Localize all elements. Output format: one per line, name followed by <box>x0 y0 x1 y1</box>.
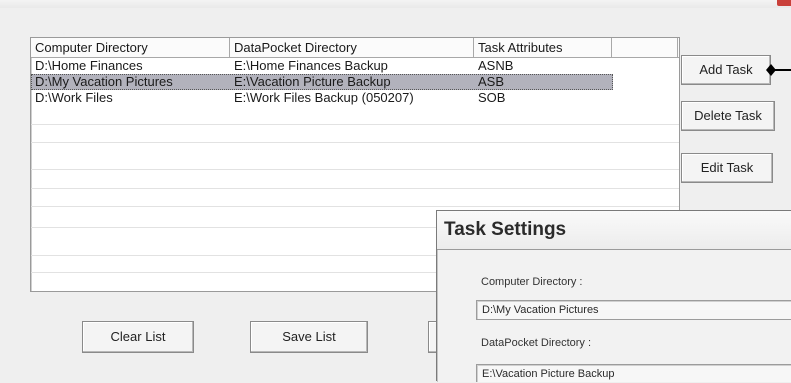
cell-task-attributes: ASNB <box>478 58 514 73</box>
cell-computer-directory: D:\Home Finances <box>35 58 143 73</box>
clear-list-button[interactable]: Clear List <box>82 321 194 353</box>
task-settings-title: Task Settings <box>437 211 791 250</box>
cell-computer-directory: D:\Work Files <box>35 90 113 105</box>
datapocket-directory-label: DataPocket Directory : <box>481 337 592 349</box>
add-task-button[interactable]: Add Task <box>681 55 771 85</box>
cell-computer-directory: D:\My Vacation Pictures <box>35 74 173 89</box>
close-icon[interactable] <box>777 0 791 6</box>
edit-task-button[interactable]: Edit Task <box>681 153 773 183</box>
save-list-button[interactable]: Save List <box>250 321 368 353</box>
row-divider <box>31 188 679 189</box>
computer-directory-field[interactable]: D:\My Vacation Pictures <box>476 300 791 320</box>
window-title-bar <box>0 0 791 8</box>
table-row[interactable]: D:\Home Finances E:\Home Finances Backup… <box>31 58 679 74</box>
column-header-task-attributes[interactable]: Task Attributes <box>474 38 612 57</box>
column-header-computer-directory[interactable]: Computer Directory <box>31 38 230 57</box>
cell-datapocket-directory: E:\Work Files Backup (050207) <box>234 90 414 105</box>
cell-task-attributes: SOB <box>478 90 506 105</box>
cell-task-attributes: ASB <box>478 74 505 89</box>
task-settings-window: Task Settings Computer Directory : D:\My… <box>436 210 791 382</box>
task-settings-body: Computer Directory : D:\My Vacation Pict… <box>437 250 791 382</box>
table-row[interactable]: D:\My Vacation Pictures E:\Vacation Pict… <box>31 74 613 90</box>
table-row[interactable]: D:\Work Files E:\Work Files Backup (0502… <box>31 90 679 106</box>
column-header-datapocket-directory[interactable]: DataPocket Directory <box>230 38 474 57</box>
task-list-body: D:\Home Finances E:\Home Finances Backup… <box>31 58 679 273</box>
task-list-header: Computer Directory DataPocket Directory … <box>31 38 679 58</box>
cell-datapocket-directory: E:\Vacation Picture Backup <box>234 74 391 89</box>
delete-task-button[interactable]: Delete Task <box>681 101 775 131</box>
column-header-blank[interactable] <box>612 38 678 57</box>
computer-directory-label: Computer Directory : <box>481 276 583 288</box>
cell-datapocket-directory: E:\Home Finances Backup <box>234 58 388 73</box>
row-divider <box>31 142 679 143</box>
datapocket-directory-field[interactable]: E:\Vacation Picture Backup <box>476 364 791 382</box>
row-divider <box>31 169 679 170</box>
row-divider <box>31 206 679 207</box>
row-divider <box>31 124 679 125</box>
